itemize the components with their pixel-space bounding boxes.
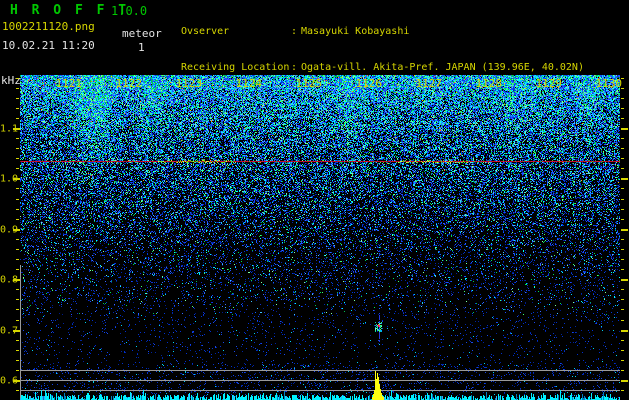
axis-tick bbox=[16, 108, 19, 109]
axis-tick bbox=[16, 340, 19, 341]
axis-tick bbox=[621, 128, 628, 130]
axis-tick bbox=[621, 108, 624, 109]
mode-label: meteor bbox=[122, 27, 162, 40]
axis-tick bbox=[621, 350, 624, 351]
axis-tick bbox=[16, 350, 19, 351]
y-tick-label: 1.0 bbox=[0, 173, 19, 185]
axis-tick bbox=[621, 289, 624, 290]
x-tick-label: 1123 bbox=[175, 77, 203, 90]
axis-tick bbox=[621, 219, 624, 220]
axis-tick bbox=[621, 309, 624, 310]
axis-tick bbox=[621, 168, 624, 169]
x-tick-label: 1127 bbox=[415, 77, 443, 90]
axis-tick bbox=[16, 299, 19, 300]
axis-tick bbox=[16, 138, 19, 139]
khz-axis-label: kHz bbox=[1, 74, 21, 87]
axis-tick bbox=[16, 219, 19, 220]
axis-tick bbox=[621, 279, 628, 281]
x-tick-label: 1129 bbox=[535, 77, 563, 90]
spectrogram-canvas bbox=[20, 75, 620, 400]
axis-tick bbox=[16, 148, 19, 149]
y-tick-label: 1.1 bbox=[0, 123, 19, 135]
observer-row: Ovserver: Masayuki Kobayashi bbox=[181, 26, 584, 38]
axis-tick bbox=[16, 188, 19, 189]
axis-tick bbox=[16, 78, 19, 79]
axis-tick bbox=[621, 340, 624, 341]
axis-tick bbox=[621, 299, 624, 300]
observer-value: Masayuki Kobayashi bbox=[301, 26, 410, 37]
colon: : bbox=[291, 26, 298, 37]
axis-tick bbox=[16, 370, 19, 371]
axis-tick bbox=[621, 188, 624, 189]
axis-tick bbox=[621, 269, 624, 270]
axis-tick bbox=[16, 289, 19, 290]
axis-tick bbox=[16, 118, 19, 119]
x-tick-label: 1122 bbox=[115, 77, 143, 90]
axis-tick bbox=[621, 138, 624, 139]
meteor-count: 1 bbox=[138, 41, 145, 54]
axis-tick bbox=[621, 199, 624, 200]
axis-tick bbox=[621, 209, 624, 210]
x-tick-label: 1128 bbox=[475, 77, 503, 90]
axis-tick bbox=[621, 360, 624, 361]
axis-tick bbox=[16, 259, 19, 260]
axis-tick bbox=[16, 158, 19, 159]
y-tick-label: 0.9 bbox=[0, 224, 19, 236]
app-version: 1.0.0 bbox=[111, 4, 148, 18]
axis-tick bbox=[621, 259, 624, 260]
observer-label: Ovserver bbox=[181, 26, 230, 37]
axis-tick bbox=[16, 360, 19, 361]
axis-tick bbox=[621, 178, 628, 180]
axis-tick bbox=[621, 148, 624, 149]
axis-tick bbox=[621, 98, 624, 99]
axis-tick bbox=[16, 320, 19, 321]
axis-tick bbox=[621, 249, 624, 250]
x-tick-label: 1124 bbox=[235, 77, 263, 90]
location-value: Ogata-vill. Akita-Pref. JAPAN (139.96E, … bbox=[301, 62, 584, 73]
axis-tick bbox=[16, 98, 19, 99]
axis-tick bbox=[16, 199, 19, 200]
axis-tick bbox=[621, 229, 628, 231]
x-tick-label: 1126 bbox=[355, 77, 383, 90]
axis-tick bbox=[621, 380, 628, 382]
axis-tick bbox=[621, 239, 624, 240]
axis-tick bbox=[621, 330, 628, 332]
x-tick-label: 1130 bbox=[595, 77, 623, 90]
colon: : bbox=[291, 62, 298, 73]
datetime-label: 10.02.21 11:20 bbox=[2, 39, 95, 52]
axis-tick bbox=[16, 88, 19, 89]
y-tick-label: 0.6 bbox=[0, 375, 19, 387]
axis-tick bbox=[16, 269, 19, 270]
axis-tick bbox=[621, 320, 624, 321]
axis-tick bbox=[16, 390, 19, 391]
location-row: Receiving Location: Ogata-vill. Akita-Pre… bbox=[181, 62, 584, 74]
x-tick-label: 1125 bbox=[295, 77, 323, 90]
axis-tick bbox=[621, 390, 624, 391]
axis-tick bbox=[16, 239, 19, 240]
axis-tick bbox=[16, 249, 19, 250]
axis-tick bbox=[16, 168, 19, 169]
axis-tick bbox=[16, 309, 19, 310]
axis-tick bbox=[16, 209, 19, 210]
x-tick-label: 1121 bbox=[55, 77, 83, 90]
output-filename: 1002211120.png bbox=[2, 20, 95, 33]
y-tick-label: 0.8 bbox=[0, 274, 19, 286]
axis-tick bbox=[621, 118, 624, 119]
axis-tick bbox=[621, 158, 624, 159]
y-tick-label: 0.7 bbox=[0, 325, 19, 337]
hrofft-screen: H R O F F T 1.0.0 1002211120.png meteor … bbox=[0, 0, 629, 400]
location-label: Receiving Location bbox=[181, 62, 290, 73]
axis-tick bbox=[621, 370, 624, 371]
